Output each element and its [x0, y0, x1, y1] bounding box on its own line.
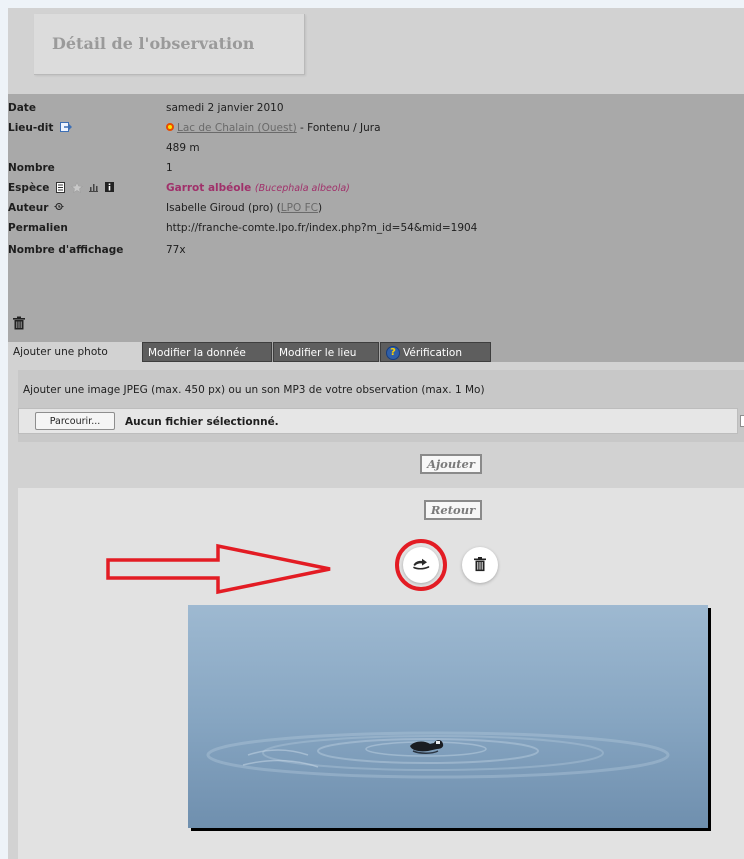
browse-button[interactable]: Parcourir...	[35, 412, 115, 430]
espece-name[interactable]: Garrot albéole (Bucephala albeola)	[166, 182, 350, 194]
espece-label: Espèce	[8, 182, 50, 194]
date-row: Date samedi 2 janvier 2010	[8, 98, 744, 118]
tab-modifier-lieu-label: Modifier le lieu	[279, 347, 357, 359]
tab-ajouter-photo[interactable]: Ajouter une photo	[8, 342, 142, 362]
file-status: Aucun fichier sélectionné.	[125, 416, 279, 428]
tab-ajouter-photo-label: Ajouter une photo	[13, 346, 108, 358]
altitude-value: 489 m	[166, 142, 200, 154]
star-icon[interactable]	[70, 181, 83, 193]
affichage-value: 77x	[166, 244, 186, 256]
page-title-tab: Détail de l'observation	[34, 14, 305, 75]
espece-latin-name: (Bucephala albeola)	[254, 183, 350, 194]
observation-details: Date samedi 2 janvier 2010 Lieu-dit Lac …	[8, 94, 744, 342]
chart-icon[interactable]	[88, 182, 99, 192]
lieu-label-wrap: Lieu-dit	[8, 121, 73, 134]
lieu-commune: - Fontenu / Jura	[296, 122, 381, 134]
list-icon[interactable]	[56, 181, 66, 193]
lieu-row: Lieu-dit Lac de Chalain (Ouest) - Fonten…	[8, 118, 744, 138]
lieu-label: Lieu-dit	[8, 122, 54, 134]
tab-modifier-donnee[interactable]: Modifier la donnée	[142, 342, 272, 362]
page-title: Détail de l'observation	[52, 34, 255, 53]
nombre-row: Nombre 1	[8, 158, 744, 178]
info-icon[interactable]	[105, 182, 115, 192]
tab-verification[interactable]: ? Vérification	[380, 342, 491, 362]
nombre-value: 1	[166, 162, 173, 174]
author-icon[interactable]	[54, 202, 64, 213]
highlight-circle-annotation	[395, 539, 447, 591]
upload-panel: Ajouter une image JPEG (max. 450 px) ou …	[18, 370, 744, 442]
location-dot-icon	[166, 123, 174, 131]
ajouter-button[interactable]: Ajouter	[420, 454, 482, 474]
auteur-row: Auteur Isabelle Giroud (pro) (LPO FC)	[8, 198, 744, 218]
help-icon: ?	[386, 346, 400, 360]
auteur-label: Auteur	[8, 202, 49, 214]
auteur-label-wrap: Auteur	[8, 202, 64, 214]
altitude-row: 489 m	[8, 138, 744, 158]
espece-row: Espèce Garrot albéole (Bucephala albeola…	[8, 178, 744, 198]
tab-modifier-lieu[interactable]: Modifier le lieu	[273, 342, 379, 362]
auteur-value: Isabelle Giroud (pro) (LPO FC)	[166, 202, 322, 214]
observation-window: Détail de l'observation Date samedi 2 ja…	[8, 8, 744, 859]
map-export-icon[interactable]	[60, 121, 73, 133]
option-checkbox[interactable]	[740, 415, 744, 427]
lieu-value: Lac de Chalain (Ouest) - Fontenu / Jura	[166, 122, 381, 134]
upload-instructions: Ajouter une image JPEG (max. 450 px) ou …	[23, 384, 485, 396]
auteur-link[interactable]: LPO FC	[281, 202, 318, 214]
red-arrow-annotation	[106, 543, 331, 595]
action-tabs: Ajouter une photo Modifier la donnée Mod…	[8, 342, 744, 362]
espece-value: Garrot albéole (Bucephala albeola)	[166, 182, 350, 194]
nombre-label: Nombre	[8, 162, 55, 174]
tab-verification-label: Vérification	[403, 347, 462, 359]
auteur-close: )	[317, 202, 323, 214]
retour-button[interactable]: Retour	[424, 500, 482, 520]
trash-icon[interactable]	[12, 316, 26, 330]
lieu-link[interactable]: Lac de Chalain (Ouest)	[177, 122, 297, 134]
delete-photo-button[interactable]	[462, 547, 498, 583]
permalien-label: Permalien	[8, 222, 68, 234]
date-value: samedi 2 janvier 2010	[166, 102, 284, 114]
trash-icon	[474, 557, 486, 572]
espece-label-wrap: Espèce	[8, 181, 115, 194]
espece-common-name: Garrot albéole	[166, 182, 252, 194]
permalien-value[interactable]: http://franche-comte.lpo.fr/index.php?m_…	[166, 222, 477, 234]
tab-modifier-donnee-label: Modifier la donnée	[148, 347, 246, 359]
permalien-row: Permalien http://franche-comte.lpo.fr/in…	[8, 218, 744, 238]
date-label: Date	[8, 102, 36, 114]
affichage-label: Nombre d'affichage	[8, 244, 124, 256]
observation-photo	[188, 605, 708, 828]
affichage-row: Nombre d'affichage 77x	[8, 240, 744, 260]
auteur-name: Isabelle Giroud (pro) (	[166, 202, 281, 214]
